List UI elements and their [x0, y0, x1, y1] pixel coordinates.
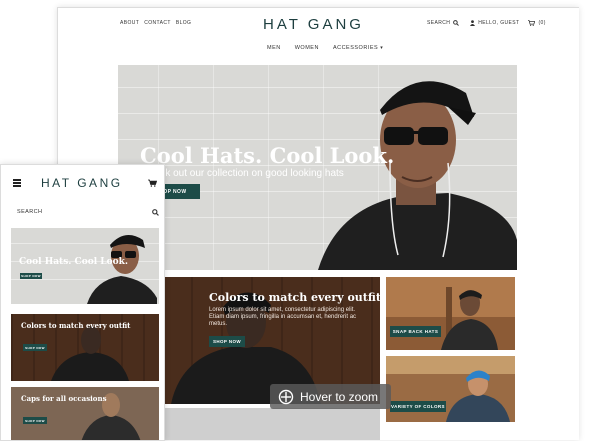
mobile-promo-colors: Colors to match every outfit SHOP NOW	[11, 314, 159, 381]
mobile-promo-colors-button[interactable]: SHOP NOW	[23, 344, 47, 351]
mobile-search-bar[interactable]: SEARCH	[9, 205, 159, 219]
snap-back-model-image	[386, 277, 515, 350]
hero-banner: Cool Hats. Cool Look. Check out our coll…	[118, 65, 517, 270]
mobile-search-icon[interactable]	[152, 208, 159, 216]
bottom-row-card	[161, 408, 380, 440]
nav-about-link[interactable]: ABOUT	[120, 20, 139, 26]
variety-model-image	[386, 356, 515, 422]
promo-colors-shop-button[interactable]: SHOP NOW	[209, 336, 245, 347]
variety-of-colors-button[interactable]: VARIETY OF COLORS	[390, 401, 446, 412]
mobile-promo-colors-title: Colors to match every outfit	[21, 321, 131, 330]
nav-blog-link[interactable]: BLOG	[176, 20, 192, 26]
cart-count[interactable]: (0)	[538, 20, 545, 26]
user-nav: SEARCH HELLO, GUEST (0)	[427, 20, 546, 26]
category-men[interactable]: MEN	[267, 45, 281, 51]
mobile-promo-caps-button[interactable]: SHOP NOW	[23, 417, 47, 424]
hover-to-zoom-overlay[interactable]: Hover to zoom	[270, 384, 391, 409]
nav-contact-link[interactable]: CONTACT	[144, 20, 171, 26]
zoom-crosshair-icon	[278, 389, 294, 404]
mobile-logo[interactable]: HAT GANG	[41, 176, 123, 190]
mobile-promo-caps: Caps for all occasions SHOP NOW	[11, 387, 159, 440]
promo-colors-text: Lorem ipsum dolor sit amet, consectetur …	[209, 307, 357, 327]
mobile-hero-shop-button[interactable]: SHOP NOW	[20, 273, 42, 279]
snap-back-hats-button[interactable]: SNAP BACK HATS	[390, 326, 441, 337]
mobile-search-label: SEARCH	[17, 209, 43, 215]
user-greeting[interactable]: HELLO, GUEST	[478, 20, 519, 26]
site-logo[interactable]: HAT GANG	[263, 16, 364, 33]
menu-icon[interactable]	[13, 179, 21, 187]
snap-back-tile: SNAP BACK HATS	[386, 277, 515, 350]
mobile-cart-icon[interactable]	[148, 179, 157, 187]
promo-colors-title: Colors to match every outfit	[209, 291, 380, 304]
variety-colors-tile: VARIETY OF COLORS	[386, 356, 515, 422]
mobile-promo-caps-title: Caps for all occasions	[21, 394, 107, 403]
top-nav: ABOUT CONTACT BLOG	[120, 20, 191, 26]
hover-to-zoom-label: Hover to zoom	[300, 389, 379, 404]
mobile-hero-title: Cool Hats. Cool Look.	[19, 257, 128, 267]
cart-icon[interactable]	[528, 20, 536, 26]
hero-title: Cool Hats. Cool Look.	[140, 143, 395, 168]
mobile-hero-banner: Cool Hats. Cool Look. SHOP NOW	[11, 228, 159, 304]
chevron-down-icon: ▾	[380, 45, 384, 51]
search-icon[interactable]	[453, 20, 460, 26]
category-accessories-label: ACCESSORIES	[332, 45, 379, 51]
category-nav: MEN WOMEN ACCESSORIES ▾	[267, 45, 383, 51]
category-accessories[interactable]: ACCESSORIES ▾	[333, 45, 383, 51]
category-women[interactable]: WOMEN	[295, 45, 319, 51]
hero-subtitle: Check out our collection on good looking…	[142, 168, 344, 179]
mobile-preview: HAT GANG SEARCH Cool Hats. Cool Look. SH…	[0, 164, 165, 441]
search-link[interactable]: SEARCH	[427, 20, 450, 26]
user-icon	[470, 20, 476, 26]
